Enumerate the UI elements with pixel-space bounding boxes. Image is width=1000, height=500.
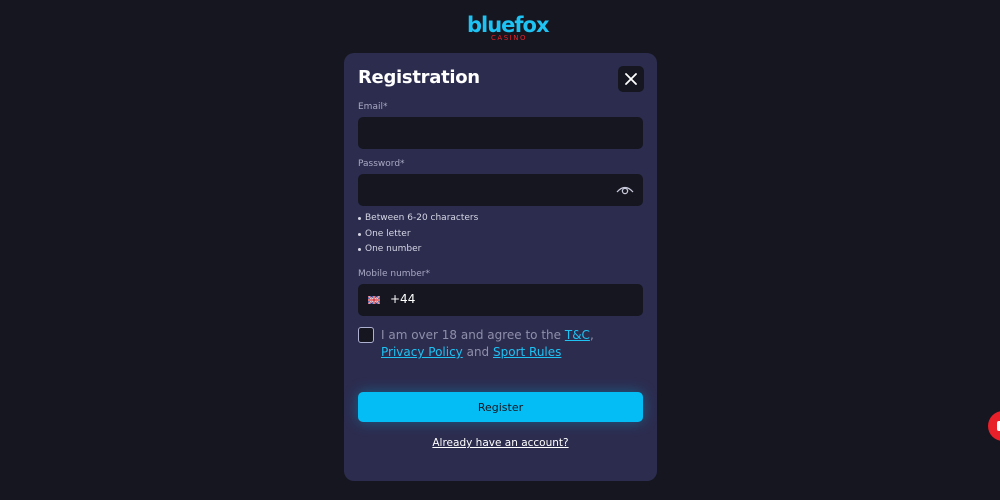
password-rules: Between 6-20 characters One letter One n…	[358, 211, 478, 258]
email-input[interactable]	[358, 117, 643, 149]
terms-text-part: and	[462, 345, 493, 359]
close-icon	[625, 73, 637, 85]
close-button[interactable]	[618, 66, 644, 92]
terms-text: I am over 18 and agree to the T&C, Priva…	[381, 327, 641, 361]
mobile-label: Mobile number*	[358, 269, 431, 279]
sport-rules-link[interactable]: Sport Rules	[493, 345, 561, 359]
privacy-policy-link[interactable]: Privacy Policy	[381, 345, 463, 359]
password-label: Password*	[358, 159, 405, 169]
mobile-input[interactable]: +44	[358, 284, 643, 316]
terms-checkbox[interactable]	[358, 327, 374, 343]
register-button[interactable]: Register	[358, 392, 643, 422]
chat-widget-button[interactable]	[988, 411, 1000, 441]
login-link[interactable]: Already have an account?	[344, 437, 657, 449]
eye-icon[interactable]	[616, 184, 634, 196]
terms-text-part: I am over 18 and agree to the	[381, 328, 565, 342]
password-rule: Between 6-20 characters	[358, 211, 478, 227]
logo-text: bluefox	[467, 13, 550, 37]
dial-code: +44	[390, 292, 416, 306]
password-rule: One number	[358, 242, 478, 258]
password-rule: One letter	[358, 227, 478, 243]
uk-flag-icon[interactable]	[368, 296, 380, 304]
brand-logo[interactable]: bluefox CASINO	[467, 13, 550, 42]
modal-title: Registration	[358, 67, 480, 88]
terms-separator: ,	[589, 328, 594, 342]
page: bluefox CASINO Registration Email* Passw…	[0, 0, 1000, 500]
password-input[interactable]	[358, 174, 643, 206]
registration-modal: Registration Email* Password* Between 6-…	[344, 53, 657, 481]
tc-link[interactable]: T&C	[565, 328, 590, 342]
email-label: Email*	[358, 102, 388, 112]
